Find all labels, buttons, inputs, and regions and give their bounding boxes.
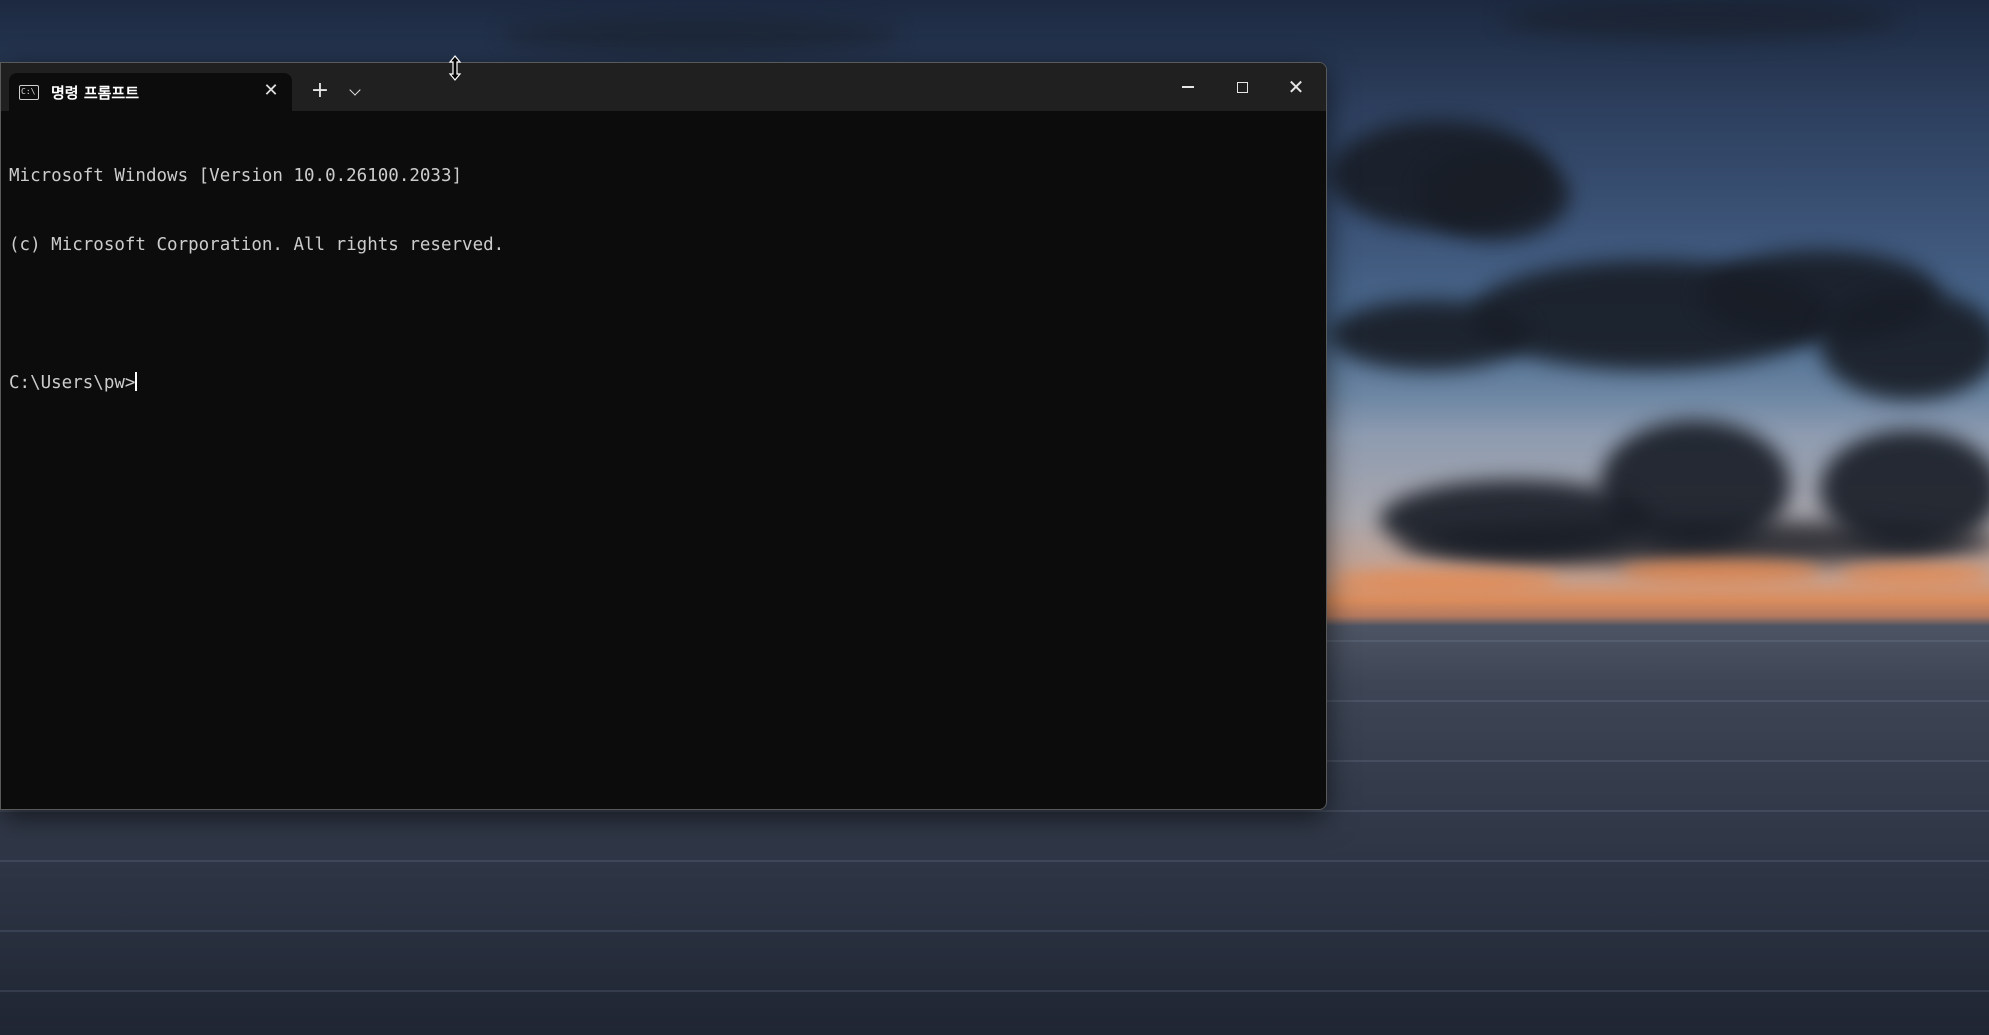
console-output[interactable]: Microsoft Windows [Version 10.0.26100.20… (9, 119, 1326, 809)
sunset-glow (1330, 570, 1560, 592)
minimize-button[interactable] (1161, 63, 1215, 111)
sea-ripple (1326, 640, 1989, 642)
cloud (1330, 300, 1530, 370)
close-window-button[interactable]: ✕ (1269, 63, 1323, 111)
sea-ripple (1326, 700, 1989, 702)
cloud (1420, 150, 1570, 240)
sea-ripple (0, 810, 1989, 812)
close-icon: ✕ (1287, 75, 1305, 99)
cloud (500, 15, 900, 55)
prompt-line[interactable]: C:\Users\pw> (9, 372, 1326, 395)
minimize-icon (1182, 86, 1194, 88)
new-tab-button[interactable]: + (305, 77, 335, 107)
sunset-glow (1840, 565, 1989, 585)
tab-dropdown-button[interactable] (340, 77, 370, 107)
sea-ripple (0, 930, 1989, 932)
command-prompt-text: C:\Users\pw> (9, 373, 136, 393)
maximize-button[interactable] (1215, 63, 1269, 111)
tab-close-icon[interactable]: ✕ (260, 80, 282, 102)
command-prompt-icon: C:\ (19, 84, 39, 100)
sunset-glow (1620, 560, 1820, 584)
maximize-icon (1236, 81, 1248, 93)
chevron-down-icon (349, 84, 361, 96)
text-cursor (135, 372, 138, 391)
cloud (1820, 290, 1989, 400)
tab-title: 명령 프롬프트 (51, 83, 140, 102)
sea-ripple (0, 990, 1989, 992)
sea-ripple (1326, 760, 1989, 762)
title-bar[interactable]: C:\ 명령 프롬프트 ✕ + ✕ (1, 63, 1326, 111)
vertical-resize-cursor-icon (448, 55, 462, 81)
cloud (1500, 0, 1900, 40)
cloud (1400, 520, 1989, 565)
terminal-window[interactable]: C:\ 명령 프롬프트 ✕ + ✕ Microsoft Windows [Ver… (0, 62, 1327, 810)
console-line: Microsoft Windows [Version 10.0.26100.20… (9, 166, 463, 186)
sea-ripple (0, 860, 1989, 862)
tab-command-prompt[interactable]: C:\ 명령 프롬프트 ✕ (9, 73, 292, 111)
console-line: (c) Microsoft Corporation. All rights re… (9, 235, 505, 255)
